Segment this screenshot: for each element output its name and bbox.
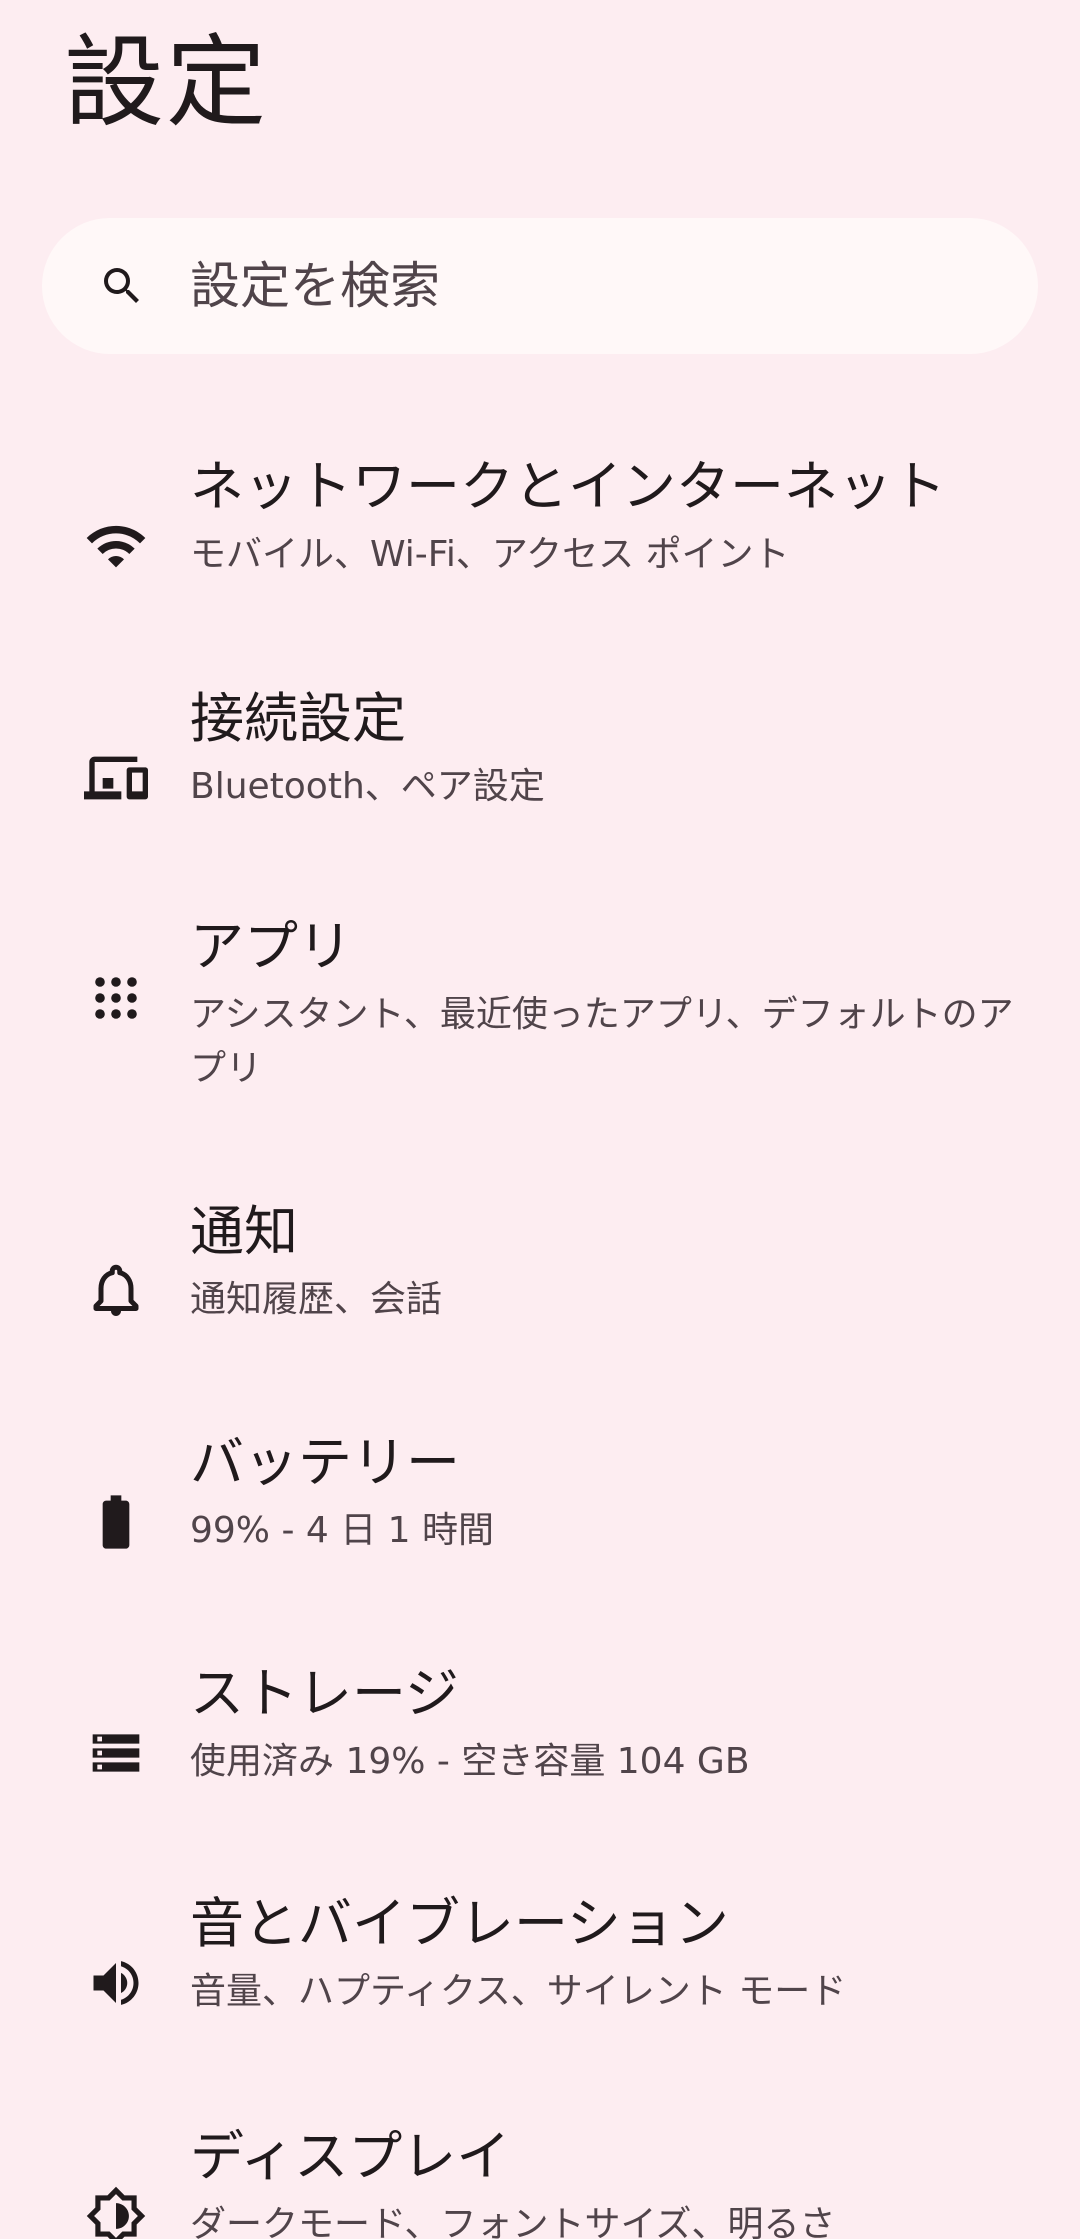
item-subtitle: ダークモード、フォントサイズ、明るさ bbox=[190, 2204, 836, 2239]
settings-item-apps[interactable]: アプリ アシスタント、最近使ったアプリ、デフォルトのアプリ bbox=[0, 900, 1080, 1140]
settings-screen: 設定 ネットワークとインターネット モバイル、Wi‑Fi、アクセス ポイント 接… bbox=[0, 0, 1080, 2239]
speaker-icon bbox=[80, 1947, 152, 2019]
bell-icon bbox=[80, 1255, 152, 1327]
item-title: アプリ bbox=[190, 915, 352, 978]
settings-item-connected-devices[interactable]: 接続設定 Bluetooth、ペア設定 bbox=[0, 672, 1080, 872]
item-title: バッテリー bbox=[190, 1431, 460, 1494]
settings-item-battery[interactable]: バッテリー 99% - 4 日 1 時間 bbox=[0, 1416, 1080, 1616]
item-subtitle: 通知履歴、会話 bbox=[190, 1279, 443, 1320]
item-subtitle: 音量、ハプティクス、サイレント モード bbox=[190, 1971, 847, 2012]
item-title: ディスプレイ bbox=[190, 2125, 511, 2188]
settings-item-display[interactable]: ディスプレイ ダークモード、フォントサイズ、明るさ bbox=[0, 2110, 1080, 2239]
item-title: 通知 bbox=[190, 1200, 298, 1263]
item-title: ストレージ bbox=[190, 1662, 459, 1725]
page-title: 設定 bbox=[64, 24, 268, 141]
search-input[interactable] bbox=[190, 246, 970, 326]
item-subtitle: 使用済み 19% - 空き容量 104 GB bbox=[190, 1741, 750, 1782]
storage-icon bbox=[80, 1717, 152, 1789]
item-title: ネットワークとインターネット bbox=[190, 455, 946, 518]
apps-grid-icon bbox=[80, 962, 152, 1034]
item-subtitle: モバイル、Wi‑Fi、アクセス ポイント bbox=[190, 534, 790, 575]
search-bar[interactable] bbox=[42, 218, 1038, 354]
connected-devices-icon bbox=[80, 742, 152, 814]
item-subtitle: 99% - 4 日 1 時間 bbox=[190, 1510, 495, 1551]
item-title: 音とバイブレーション bbox=[190, 1892, 729, 1955]
item-title: 接続設定 bbox=[190, 687, 406, 750]
settings-item-notifications[interactable]: 通知 通知履歴、会話 bbox=[0, 1185, 1080, 1385]
wifi-icon bbox=[80, 510, 152, 582]
item-subtitle: アシスタント、最近使ったアプリ、デフォルトのアプリ bbox=[190, 994, 1014, 1089]
item-subtitle: Bluetooth、ペア設定 bbox=[190, 766, 545, 807]
settings-item-network[interactable]: ネットワークとインターネット モバイル、Wi‑Fi、アクセス ポイント bbox=[0, 440, 1080, 640]
settings-item-sound[interactable]: 音とバイブレーション 音量、ハプティクス、サイレント モード bbox=[0, 1877, 1080, 2077]
brightness-icon bbox=[80, 2180, 152, 2239]
settings-item-storage[interactable]: ストレージ 使用済み 19% - 空き容量 104 GB bbox=[0, 1647, 1080, 1847]
search-icon bbox=[98, 262, 146, 310]
battery-icon bbox=[80, 1486, 152, 1558]
